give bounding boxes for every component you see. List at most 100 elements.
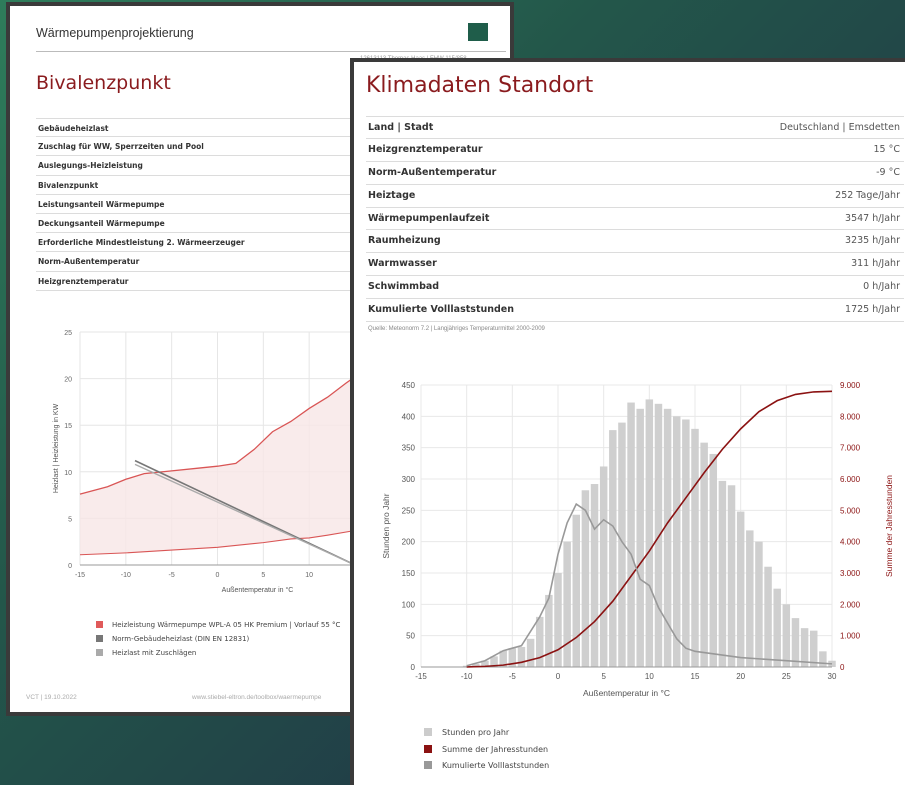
x-tick-label: 25 — [782, 672, 791, 681]
legend-label: Stunden pro Jahr — [442, 728, 510, 737]
legend-item: Kumulierte Volllaststunden — [424, 758, 549, 775]
row-value: -9 °C — [876, 166, 900, 178]
histogram-bar — [709, 453, 718, 667]
bivalence-legend: Heizleistung Wärmepumpe WPL-A 05 HK Prem… — [96, 618, 340, 660]
table-row: Heiztage 252 Tage/Jahr — [366, 185, 904, 208]
y-tick-label: 15 — [64, 423, 72, 430]
row-value: 3547 h/Jahr — [845, 212, 900, 224]
row-value: 311 h/Jahr — [851, 258, 900, 270]
histogram-bar — [782, 604, 791, 667]
histogram-bar — [554, 573, 562, 667]
document-header-title: Wärmepumpenprojektierung — [36, 26, 194, 40]
y-tick-label: 100 — [402, 600, 416, 609]
y2-tick-label: 0 — [840, 663, 845, 672]
row-value: 3235 h/Jahr — [845, 235, 900, 247]
legend-item: Heizlast mit Zuschlägen — [96, 646, 340, 660]
y-tick-label: 5 — [68, 516, 72, 523]
y-tick-label: 450 — [402, 381, 416, 390]
section-title-bivalence: Bivalenzpunkt — [36, 72, 171, 94]
histogram-bar — [609, 430, 617, 667]
y-tick-label: 0 — [68, 563, 72, 570]
histogram-bar — [636, 408, 644, 667]
x-tick-label: 15 — [691, 672, 700, 681]
legend-label: Norm-Gebäudeheizlast (DIN EN 12831) — [112, 635, 250, 643]
row-label: Warmwasser — [368, 258, 437, 270]
histogram-bar — [764, 566, 772, 667]
histogram-bar — [682, 419, 690, 667]
legend-swatch — [96, 635, 103, 642]
x-axis-label: Außentemperatur in °C — [583, 688, 670, 698]
section-title-climate: Klimadaten Standort — [366, 73, 594, 98]
histogram-bar — [563, 541, 571, 667]
histogram-bar — [526, 638, 535, 667]
legend-swatch — [424, 744, 432, 753]
y2-tick-label: 7.000 — [840, 444, 861, 453]
histogram-bar — [517, 646, 526, 667]
row-label: Wärmepumpenlaufzeit — [368, 212, 490, 224]
legend-swatch — [96, 621, 103, 628]
y-tick-label: 10 — [64, 470, 72, 477]
histogram-bar — [791, 618, 800, 667]
y-tick-label: 25 — [64, 330, 72, 337]
histogram-bar — [654, 403, 663, 667]
row-label: Norm-Außentemperatur — [368, 166, 497, 178]
y2-tick-label: 5.000 — [840, 506, 861, 515]
histogram-bar — [819, 651, 827, 667]
histogram-bar — [545, 594, 553, 667]
histogram-bar — [718, 480, 727, 667]
data-source-note: Quelle: Meteonorm 7.2 | Langjähriges Tem… — [368, 326, 545, 332]
y-tick-label: 150 — [402, 569, 416, 578]
legend-item: Stunden pro Jahr — [424, 725, 549, 742]
histogram-bar — [736, 511, 745, 667]
legend-label: Heizlast mit Zuschlägen — [112, 649, 197, 657]
table-row: Heizgrenztemperatur 15 °C — [366, 139, 904, 162]
y-tick-label: 350 — [402, 444, 416, 453]
legend-item: Heizleistung Wärmepumpe WPL-A 05 HK Prem… — [96, 618, 340, 632]
y2-tick-label: 2.000 — [840, 600, 861, 609]
table-row: Raumheizung 3235 h/Jahr — [366, 230, 904, 254]
legend-swatch — [424, 728, 432, 736]
histogram-bar — [773, 588, 781, 667]
x-axis-label: Außentemperatur in °C — [222, 586, 294, 594]
x-tick-label: -10 — [461, 672, 473, 681]
row-value: 252 Tage/Jahr — [835, 189, 900, 201]
row-label: Schwimmbad — [368, 281, 440, 293]
row-label: Raumheizung — [368, 235, 441, 247]
y-axis-label: Stunden pro Jahr — [381, 493, 391, 558]
histogram-bar — [572, 514, 581, 667]
y-tick-label: 20 — [64, 377, 72, 384]
y2-tick-label: 8.000 — [840, 412, 861, 421]
table-row: Schwimmbad 0 h/Jahr — [366, 276, 904, 300]
y-tick-label: 50 — [406, 632, 415, 641]
row-value: 15 °C — [873, 143, 901, 155]
histogram-bar — [727, 485, 736, 667]
y-tick-label: 300 — [402, 475, 416, 484]
table-row: Kumulierte Volllaststunden 1725 h/Jahr — [366, 299, 904, 323]
legend-item: Norm-Gebäudeheizlast (DIN EN 12831) — [96, 632, 340, 646]
y-tick-label: 0 — [411, 663, 416, 672]
x-tick-label: -15 — [75, 572, 85, 579]
x-tick-label: -5 — [509, 672, 517, 681]
brand-logo — [468, 23, 488, 41]
table-row: Wärmepumpenlaufzeit 3547 h/Jahr — [366, 208, 904, 231]
histogram-bar — [535, 616, 544, 667]
footer-url: www.stiebel-eltron.de/toolbox/waermepump… — [192, 694, 322, 701]
y2-tick-label: 3.000 — [840, 569, 861, 578]
header-divider — [36, 51, 506, 52]
y2-axis-label: Summe der Jahresstunden — [884, 475, 894, 577]
row-label: Kumulierte Volllaststunden — [368, 304, 515, 316]
legend-label: Kumulierte Volllaststunden — [442, 761, 550, 770]
y2-tick-label: 1.000 — [840, 632, 861, 641]
climate-histogram-chart: 0 050 1.000100 2.000150 3.000200 4.000250 5.00… — [381, 381, 894, 698]
histogram-bar — [691, 428, 699, 667]
climate-table: Land | Stadt Deutschland | Emsdetten Heiz… — [366, 116, 904, 323]
x-tick-label: 10 — [305, 572, 313, 579]
row-label: Heizgrenztemperatur — [368, 143, 483, 155]
x-tick-label: 30 — [828, 672, 837, 681]
x-tick-label: 0 — [216, 572, 220, 579]
histogram-bar — [627, 402, 635, 667]
table-row: Land | Stadt Deutschland | Emsdetten — [366, 116, 904, 139]
y2-tick-label: 9.000 — [840, 381, 861, 390]
x-tick-label: 20 — [736, 672, 745, 681]
y-tick-label: 200 — [402, 538, 416, 547]
